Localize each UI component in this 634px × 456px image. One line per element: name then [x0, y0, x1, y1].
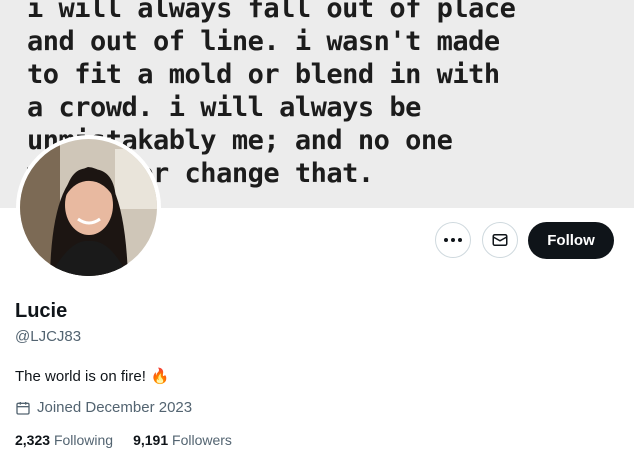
joined-date: Joined December 2023 — [15, 399, 192, 416]
message-button[interactable] — [482, 222, 518, 258]
fire-icon: 🔥 — [150, 368, 170, 385]
followers-label: Followers — [172, 432, 232, 448]
joined-text: Joined December 2023 — [37, 399, 193, 416]
follow-button[interactable]: Follow — [528, 222, 614, 259]
profile-bio: The world is on fire! 🔥 — [15, 367, 170, 386]
avatar-image — [20, 139, 157, 276]
avatar[interactable] — [16, 135, 161, 280]
profile-name: Lucie — [15, 300, 68, 322]
followers-link[interactable]: 9,191 Followers — [133, 432, 232, 448]
more-options-button[interactable] — [435, 222, 471, 258]
following-count: 2,323 — [15, 432, 51, 448]
following-label: Following — [53, 432, 114, 448]
bio-text: The world is on fire! — [15, 367, 146, 385]
more-horizontal-icon — [444, 238, 462, 242]
envelope-icon — [492, 234, 508, 246]
followers-count: 9,191 — [133, 432, 169, 448]
banner-quote-line: i will always fall out of place — [27, 0, 516, 24]
following-link[interactable]: 2,323 Following — [15, 432, 113, 448]
profile-handle: @LJCJ83 — [15, 328, 82, 345]
banner-quote-line: to fit a mold or blend in with — [27, 59, 500, 90]
banner-quote-line: a crowd. i will always be — [27, 92, 421, 123]
follow-stats: 2,323 Following 9,191 Followers — [15, 432, 232, 448]
banner-quote-line: and out of line. i wasn't made — [27, 26, 500, 57]
calendar-icon — [16, 401, 30, 415]
